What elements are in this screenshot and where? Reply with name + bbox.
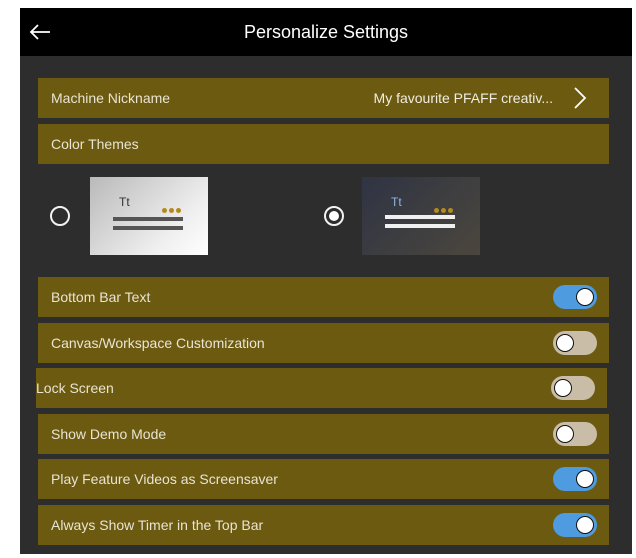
feature-videos-toggle[interactable] — [553, 467, 597, 491]
chevron-right-icon — [574, 87, 587, 109]
toggle-row-feature-videos[interactable]: Play Feature Videos as Screensaver — [38, 459, 609, 499]
toggle-label: Play Feature Videos as Screensaver — [51, 471, 278, 487]
page-title: Personalize Settings — [243, 22, 409, 42]
theme-light-line — [113, 217, 183, 221]
machine-nickname-row[interactable]: Machine Nickname My favourite PFAFF crea… — [38, 78, 609, 118]
canvas-customization-toggle[interactable] — [553, 331, 597, 355]
timer-toggle[interactable] — [553, 513, 597, 537]
theme-light-radio[interactable] — [50, 206, 70, 226]
toggle-label: Show Demo Mode — [51, 426, 167, 442]
toggle-label: Lock Screen — [36, 380, 114, 396]
bottom-bar-text-toggle[interactable] — [553, 285, 597, 309]
dots-icon — [162, 200, 183, 218]
back-button[interactable] — [20, 8, 60, 56]
toggle-row-canvas-customization[interactable]: Canvas/Workspace Customization — [38, 323, 609, 363]
settings-screen: Personalize Settings Machine Nickname My… — [20, 8, 632, 554]
radio-selected-dot — [329, 211, 339, 221]
arrow-left-icon — [29, 24, 50, 40]
theme-dark-radio[interactable] — [324, 206, 344, 226]
toggle-label: Always Show Timer in the Top Bar — [51, 517, 264, 533]
machine-nickname-value: My favourite PFAFF creativ... — [373, 90, 553, 106]
theme-dark-sample-text: Tt — [391, 195, 402, 209]
demo-mode-toggle[interactable] — [553, 422, 597, 446]
toggle-label: Canvas/Workspace Customization — [51, 335, 265, 351]
toggle-row-bottom-bar-text[interactable]: Bottom Bar Text — [38, 277, 609, 317]
toggle-row-timer[interactable]: Always Show Timer in the Top Bar — [38, 505, 609, 545]
toggle-row-demo-mode[interactable]: Show Demo Mode — [38, 414, 609, 454]
theme-light-preview[interactable]: Tt — [90, 177, 208, 255]
theme-light-line — [113, 226, 183, 230]
machine-nickname-label: Machine Nickname — [51, 90, 171, 106]
theme-dark-line — [385, 224, 455, 228]
toggle-row-lock-screen[interactable]: Lock Screen — [36, 368, 607, 408]
toggle-label: Bottom Bar Text — [51, 289, 151, 305]
top-bar: Personalize Settings — [20, 8, 632, 56]
color-themes-label: Color Themes — [51, 136, 139, 152]
color-themes-row: Color Themes — [38, 124, 609, 164]
theme-light-sample-text: Tt — [119, 195, 130, 209]
lock-screen-toggle[interactable] — [551, 376, 595, 400]
theme-dark-line — [385, 215, 455, 219]
theme-dark-preview[interactable]: Tt — [362, 177, 480, 255]
